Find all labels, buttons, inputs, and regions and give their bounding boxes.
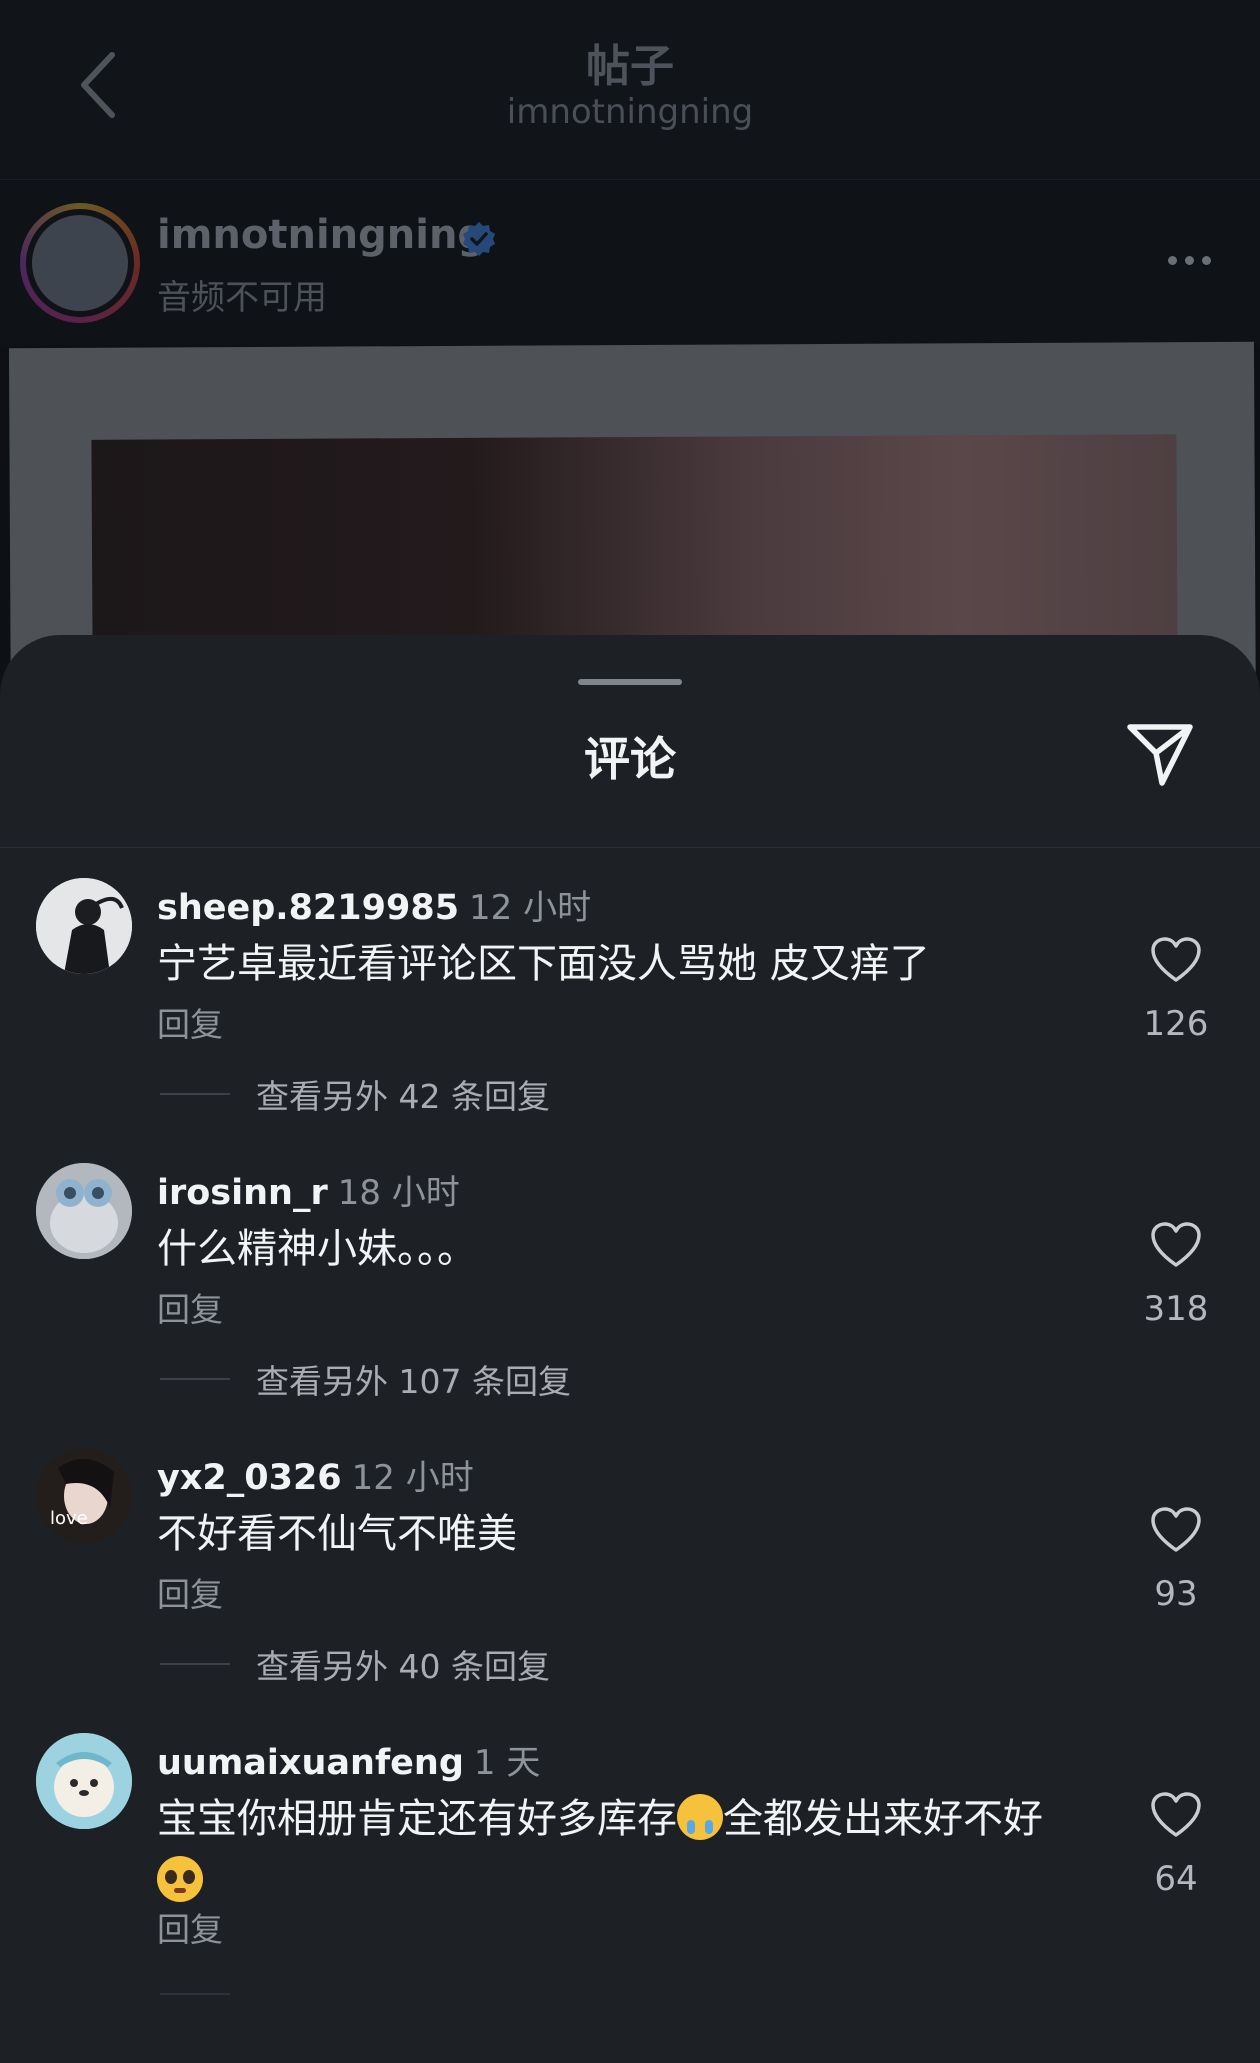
reply-button[interactable]: 回复	[157, 1568, 223, 1616]
heart-like-icon[interactable]	[1150, 1791, 1202, 1839]
comment-text-part: 宝宝你相册肯定还有好多库存	[157, 1796, 677, 1842]
page-subtitle: imnotningning	[506, 92, 754, 132]
commenter-avatar[interactable]: love	[36, 1448, 132, 1544]
drag-handle[interactable]	[578, 679, 682, 685]
share-send-icon[interactable]	[1124, 717, 1196, 789]
page-title: 帖子	[586, 41, 674, 92]
post-header: imnotningning 音频不可用	[0, 180, 1260, 345]
replies-line	[160, 1093, 230, 1095]
comment-text-part: 全都发出来好不好	[723, 1796, 1043, 1842]
replies-line	[160, 1378, 230, 1380]
comments-title: 评论	[584, 732, 676, 786]
verified-badge-icon	[463, 222, 495, 256]
avatar-text: love	[50, 1508, 88, 1529]
audio-status: 音频不可用	[157, 278, 327, 318]
comment-text: 什么精神小妹。。。	[157, 1226, 477, 1272]
bottom-fade	[0, 1960, 1260, 2063]
comment-time: 12 小时	[469, 888, 592, 928]
top-bar: 帖子 imnotningning	[0, 0, 1260, 180]
commenter-avatar[interactable]	[36, 1733, 132, 1829]
crying-face-icon	[677, 1794, 723, 1840]
commenter-avatar[interactable]	[36, 1163, 132, 1259]
comment-time: 12 小时	[351, 1458, 474, 1498]
comment-time: 18 小时	[337, 1173, 460, 1213]
more-options-icon[interactable]	[1168, 250, 1219, 269]
post-avatar[interactable]	[20, 203, 140, 323]
reply-button[interactable]: 回复	[157, 1283, 223, 1331]
heart-like-icon[interactable]	[1150, 1506, 1202, 1554]
heart-like-icon[interactable]	[1150, 1221, 1202, 1269]
pleading-face-icon	[157, 1856, 203, 1902]
view-more-replies[interactable]: 查看另外 40 条回复	[256, 1640, 550, 1688]
view-more-replies[interactable]: 查看另外 107 条回复	[256, 1355, 571, 1403]
comment-text: 不好看不仙气不唯美	[157, 1511, 517, 1557]
comment-username[interactable]: sheep.8219985	[157, 888, 459, 928]
comment-username[interactable]: yx2_0326	[157, 1458, 342, 1498]
like-count: 126	[1143, 1004, 1209, 1044]
replies-line	[160, 1663, 230, 1665]
reply-button[interactable]: 回复	[157, 1903, 223, 1951]
sheet-divider	[0, 847, 1260, 848]
like-count: 318	[1143, 1289, 1209, 1329]
heart-like-icon[interactable]	[1150, 936, 1202, 984]
comment-username[interactable]: irosinn_r	[157, 1173, 328, 1213]
post-username[interactable]: imnotningning	[157, 212, 486, 258]
comment-text: 宝宝你相册肯定还有好多库存 全都发出来好不好	[157, 1788, 1107, 1912]
comment-text: 宁艺卓最近看评论区下面没人骂她 皮又痒了	[157, 941, 930, 987]
like-count: 64	[1154, 1859, 1198, 1899]
view-more-replies[interactable]: 查看另外 42 条回复	[256, 1070, 550, 1118]
commenter-avatar[interactable]	[36, 878, 132, 974]
like-count: 93	[1154, 1574, 1198, 1614]
comment-username[interactable]: uumaixuanfeng	[157, 1743, 464, 1783]
comment-time: 1 天	[473, 1743, 541, 1783]
reply-button[interactable]: 回复	[157, 998, 223, 1046]
